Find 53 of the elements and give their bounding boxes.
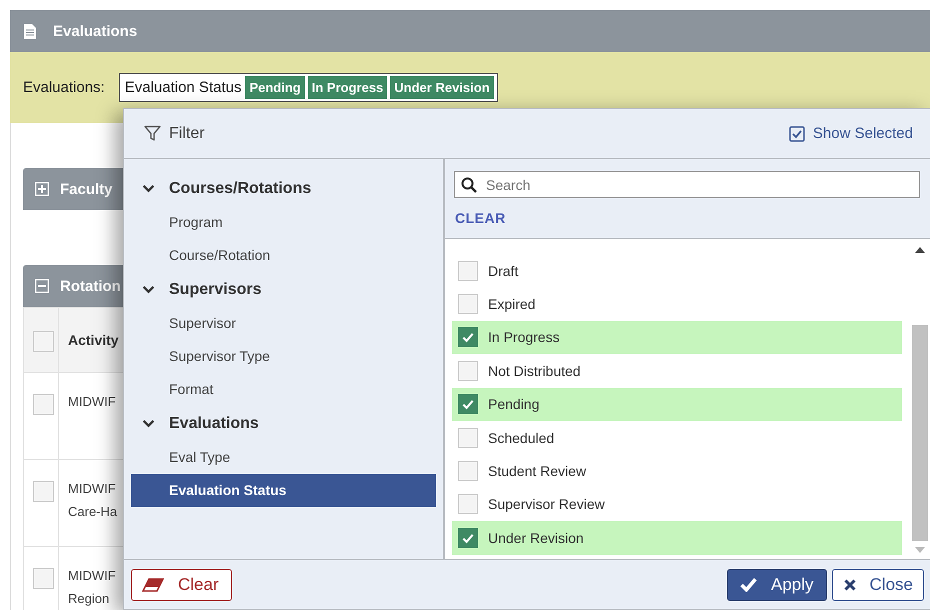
filter-chip: In Progress (308, 76, 388, 99)
popup-title: Filter (169, 124, 205, 142)
check-icon (740, 577, 757, 592)
close-icon (844, 578, 856, 590)
group-header[interactable]: Courses/Rotations (131, 171, 436, 206)
filter-category[interactable]: Eval Type (131, 441, 436, 474)
column-header: Activity (68, 332, 119, 348)
filter-category[interactable]: Program (131, 206, 436, 239)
scroll-down-icon[interactable] (915, 547, 925, 553)
clear-button[interactable]: Clear (131, 568, 232, 600)
filter-label: Evaluations: (23, 79, 105, 96)
filter-category[interactable]: Evaluation Status (131, 474, 436, 507)
status-option[interactable]: Supervisor Review (452, 488, 902, 522)
close-button[interactable]: Close (832, 568, 924, 600)
apply-button[interactable]: Apply (727, 568, 827, 600)
checkbox[interactable] (458, 394, 478, 414)
filter-category[interactable]: Supervisor Type (131, 340, 436, 373)
panel-title: Rotation (60, 278, 121, 294)
checkbox[interactable] (458, 327, 478, 348)
table-cell: MIDWIF Region (68, 568, 116, 606)
document-icon (24, 24, 36, 38)
checkbox[interactable] (788, 126, 805, 142)
show-selected-label[interactable]: Show Selected (812, 125, 913, 142)
status-option[interactable]: Pending (452, 388, 902, 421)
scroll-up-icon[interactable] (915, 247, 925, 253)
panel-title: Faculty (60, 180, 113, 198)
page-title: Evaluations (53, 22, 138, 40)
table-cell: MIDWIF Care-Ha (68, 481, 118, 519)
status-option[interactable]: Under Revision (452, 521, 902, 555)
expand-icon[interactable] (35, 182, 49, 196)
filter-chip: Under Revision (390, 76, 494, 99)
checkbox[interactable] (458, 528, 478, 548)
filter-category[interactable]: Supervisor (131, 307, 436, 340)
filter-name: Evaluation Status (124, 79, 242, 96)
status-option[interactable]: In Progress (452, 320, 902, 354)
filter-chip: Pending (245, 76, 305, 99)
filter-category[interactable]: Format (131, 373, 436, 406)
search-icon (461, 177, 477, 193)
group-header[interactable]: Evaluations (131, 406, 436, 441)
eraser-icon (142, 578, 164, 592)
filter-category[interactable]: Course/Rotation (131, 239, 436, 272)
search-field[interactable]: Search (454, 171, 920, 198)
table-cell: MIDWIF (68, 394, 116, 409)
collapse-icon[interactable] (35, 279, 49, 293)
status-option[interactable]: Scheduled (452, 420, 902, 454)
status-option[interactable]: Expired (452, 287, 902, 321)
status-option[interactable]: Draft (452, 254, 902, 288)
clear-link[interactable]: CLEAR (455, 210, 506, 226)
status-option[interactable]: Student Review (452, 454, 902, 488)
filter-field[interactable]: Evaluation Status Pending In Progress Under Revision (118, 73, 498, 102)
filter-icon (144, 125, 161, 142)
group-header[interactable]: Supervisors (131, 272, 436, 307)
status-option[interactable]: Not Distributed (452, 354, 902, 388)
